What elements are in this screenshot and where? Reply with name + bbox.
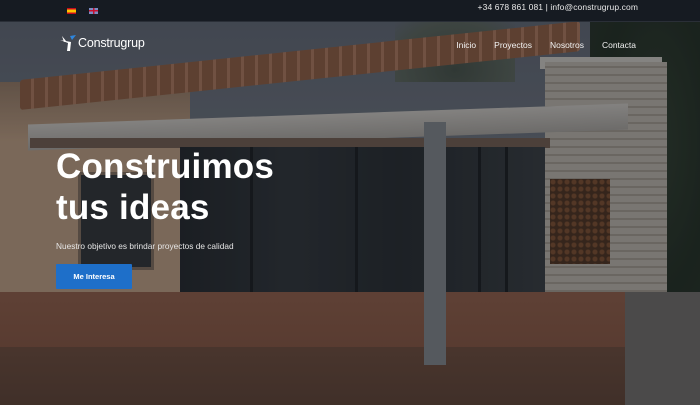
email-link[interactable]: info@construgrup.com xyxy=(550,2,638,12)
language-switcher xyxy=(67,8,98,14)
site-logo[interactable]: Construgrup xyxy=(59,34,145,52)
menu: Inicio Proyectos Nosotros Contacta xyxy=(456,40,636,50)
hero-subtitle: Nuestro objetivo es brindar proyectos de… xyxy=(56,241,234,251)
hero-title: Construimos tus ideas xyxy=(56,146,356,228)
menu-item-nosotros[interactable]: Nosotros xyxy=(550,40,584,50)
spanish-flag-icon[interactable] xyxy=(67,8,76,14)
menu-item-contacta[interactable]: Contacta xyxy=(602,40,636,50)
uk-flag-icon[interactable] xyxy=(89,8,98,14)
logo-text: Construgrup xyxy=(78,36,145,50)
phone-link[interactable]: +34 678 861 081 xyxy=(478,2,544,12)
hero-title-line-2: tus ideas xyxy=(56,188,210,227)
contact-separator: | xyxy=(545,2,548,12)
hero-title-line-1: Construimos xyxy=(56,147,275,186)
top-bar: +34 678 861 081 | info@construgrup.com xyxy=(0,0,700,22)
construgrup-logo-icon xyxy=(59,34,77,52)
contact-info: +34 678 861 081 | info@construgrup.com xyxy=(478,2,638,12)
menu-item-inicio[interactable]: Inicio xyxy=(456,40,476,50)
menu-item-proyectos[interactable]: Proyectos xyxy=(494,40,532,50)
main-navigation: Construgrup Inicio Proyectos Nosotros Co… xyxy=(0,22,700,72)
me-interesa-button[interactable]: Me Interesa xyxy=(56,264,132,289)
